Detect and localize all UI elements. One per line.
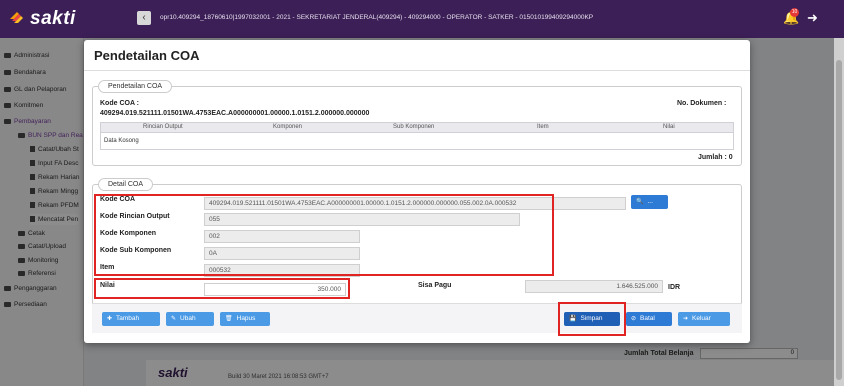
search-icon: 🔍 <box>636 199 644 205</box>
trash-icon: 🗑 <box>225 316 233 322</box>
col-nilai[interactable]: Nilai <box>663 124 675 130</box>
logo-text: sakti <box>30 8 76 29</box>
col-sub-komponen[interactable]: Sub Komponen <box>393 124 434 130</box>
coa-grid-body: Data Kosong <box>100 133 734 150</box>
back-button[interactable]: ‹ <box>137 11 151 25</box>
col-rincian-output[interactable]: Rincian Output <box>143 124 183 130</box>
highlight-simpan <box>558 302 626 336</box>
dialog-title: Pendetailan COA <box>94 48 200 63</box>
no-dokumen-label: No. Dokumen : <box>677 100 727 107</box>
col-komponen[interactable]: Komponen <box>273 124 302 130</box>
notification-badge: 10 <box>790 8 799 17</box>
user-context: opr10.409294_18760610|1997032001 - 2021 … <box>160 14 594 21</box>
empty-message: Data Kosong <box>104 138 139 144</box>
section-legend-pendetailan: Pendetailan COA <box>98 80 173 93</box>
app-logo[interactable]: sakti <box>8 8 98 30</box>
batal-button[interactable]: ⊘ Batal <box>626 312 672 326</box>
kode-coa-label: Kode COA : <box>100 100 140 107</box>
exit-icon: ➜ <box>683 316 689 322</box>
hapus-button[interactable]: 🗑 Hapus <box>220 312 270 326</box>
sakti-logo-icon <box>10 12 23 23</box>
sisa-pagu-field: 1.646.525.000 <box>525 280 663 293</box>
ubah-button[interactable]: ✎ Ubah <box>166 312 214 326</box>
currency-label: IDR <box>668 284 681 291</box>
section-legend-detail: Detail COA <box>98 178 154 191</box>
sisa-pagu-label: Sisa Pagu <box>418 282 452 289</box>
cancel-icon: ⊘ <box>631 316 637 322</box>
tambah-button[interactable]: ✚ Tambah <box>102 312 160 326</box>
highlight-nilai <box>94 278 350 299</box>
plus-icon: ✚ <box>107 316 113 322</box>
logout-icon[interactable]: ➜ <box>807 10 823 26</box>
col-item[interactable]: Item <box>537 124 549 130</box>
coa-grid-header: Rincian Output Komponen Sub Komponen Ite… <box>100 122 734 133</box>
kode-coa-value: 409294.019.521111.01501WA.4753EAC.A00000… <box>100 110 370 117</box>
pendetailan-coa-dialog: Pendetailan COA Pendetailan COA Kode COA… <box>84 40 750 343</box>
divider <box>84 70 750 71</box>
highlight-detail-fields <box>94 194 554 276</box>
search-coa-button[interactable]: 🔍... <box>631 195 668 209</box>
scrollbar-thumb[interactable] <box>836 60 842 380</box>
jumlah-total: Jumlah : 0 <box>698 154 733 161</box>
pencil-icon: ✎ <box>171 316 177 322</box>
keluar-button[interactable]: ➜ Keluar <box>678 312 730 326</box>
